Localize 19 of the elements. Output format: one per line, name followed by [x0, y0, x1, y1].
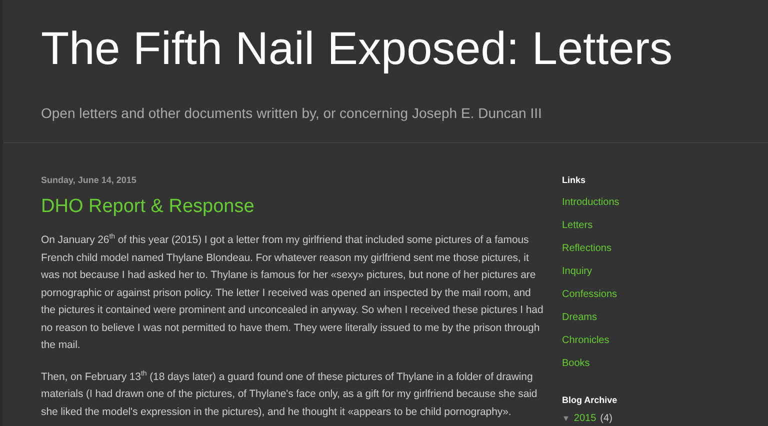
sidebar-link[interactable]: Chronicles [562, 329, 610, 352]
sidebar-link[interactable]: Books [562, 352, 590, 375]
archive-year-link[interactable]: 2015 [574, 413, 596, 424]
post-paragraph: On January 26$^{th}$ of this year (2015) I got a letter from my girlfriend that included some pictures of a famous French child model named Thylane Blondeau. For whatever reason my girlfriend sent me those pictures, it was not because I had asked her to. Thylane is famous for her «sexy» pictures, but none of her pictures are pornographic or against prison policy. The letter I received was opened an inspected by the mail room, and the pictures it contained were prominent and unconcealed in anyway. So when I received these pictures I had no reason to believe I was not permitted to have them. They were literally issued to me by the prison through the mail. [41, 232, 544, 353]
archive-heading: Blog Archive [562, 395, 618, 405]
toggle-icon[interactable]: ▼ [562, 414, 570, 423]
sidebar-link[interactable]: Confessions [562, 283, 618, 306]
blog-title: The Fifth Nail Exposed: Letters [41, 21, 674, 76]
links-heading: Links [562, 175, 587, 185]
sidebar-link[interactable]: Letters [562, 214, 593, 237]
post-title: DHO Report & Response [41, 196, 256, 218]
sidebar-link[interactable]: Reflections [562, 237, 612, 260]
blog-description: Open letters and other documents written by, or concerning Joseph E. Duncan III [41, 105, 543, 121]
sidebar-link[interactable]: Dreams [562, 306, 598, 329]
post-date: Sunday, June 14, 2015 [41, 175, 138, 185]
sidebar-link[interactable]: Introductions [562, 191, 620, 214]
post-count: (4) [600, 413, 612, 424]
post-paragraph: Then, on February 13$^{th}$ (18 days later) a guard found one of these pictures of Thylane in a folder of drawing materials (I had drawn one of the pictures, of Thylane's face only, as a gift for my girlfriend because she said she liked the model's expression in the pictures), and he thought it «appears to be child pornography». [41, 369, 538, 420]
sidebar-link[interactable]: Inquiry [562, 260, 592, 283]
